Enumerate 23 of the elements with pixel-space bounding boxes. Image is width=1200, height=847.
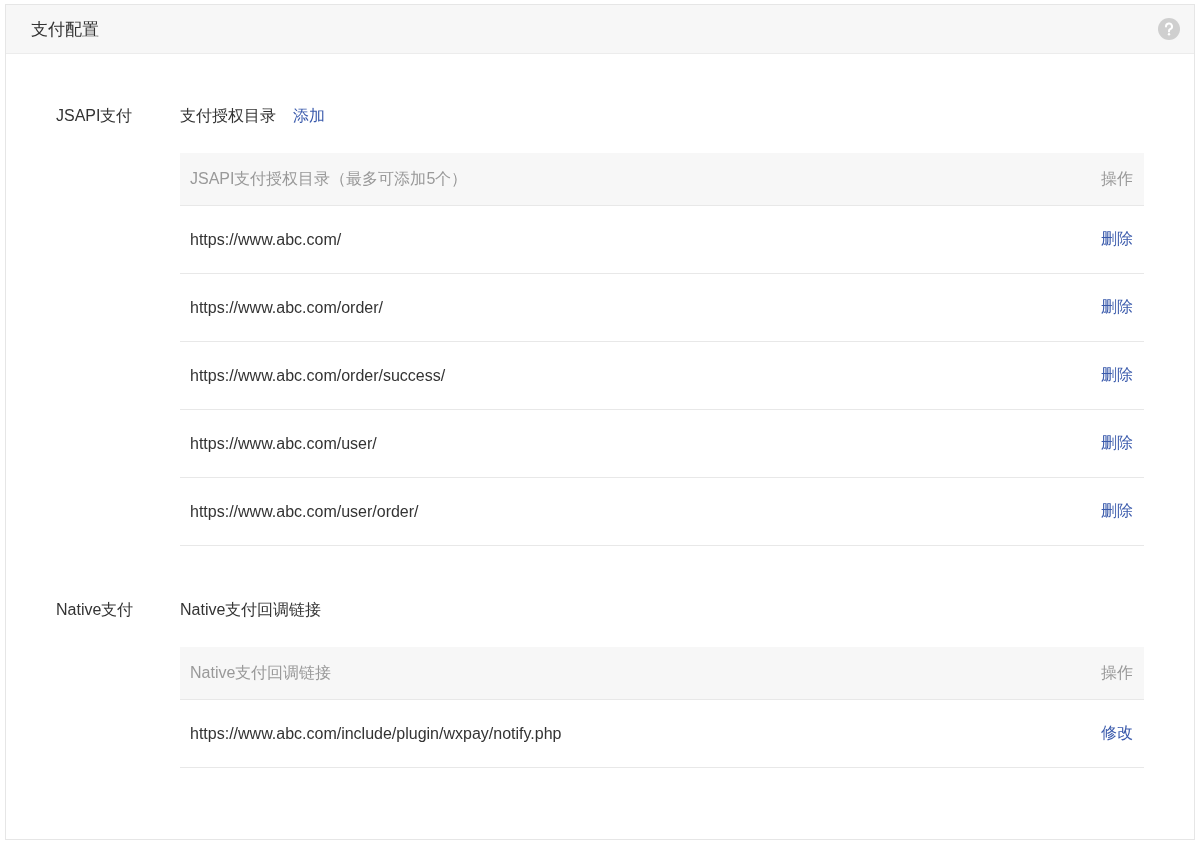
column-header: Native支付回调链接 xyxy=(190,662,332,683)
url-cell: https://www.abc.com/user/order/ xyxy=(190,502,419,521)
action-link[interactable]: 删除 xyxy=(1101,433,1133,454)
action-link[interactable]: 删除 xyxy=(1101,229,1133,250)
url-cell: https://www.abc.com/user/ xyxy=(190,434,377,453)
url-cell: https://www.abc.com/order/ xyxy=(190,298,383,317)
action-link[interactable]: 修改 xyxy=(1101,723,1133,744)
section-label: JSAPI支付 xyxy=(56,106,134,126)
url-cell: https://www.abc.com/order/success/ xyxy=(190,366,446,385)
action-link[interactable]: 删除 xyxy=(1101,501,1133,522)
action-link[interactable]: 删除 xyxy=(1101,365,1133,386)
column-header: 操作 xyxy=(1101,662,1133,683)
section-heading: 支付授权目录 xyxy=(180,105,276,126)
url-cell: https://www.abc.com/ xyxy=(190,230,342,249)
column-header: 操作 xyxy=(1101,168,1133,189)
action-link[interactable]: 删除 xyxy=(1101,297,1133,318)
column-header: JSAPI支付授权目录（最多可添加5个） xyxy=(190,168,468,189)
url-cell: https://www.abc.com/include/plugin/wxpay/notify.php xyxy=(190,724,562,743)
section-label: Native支付 xyxy=(56,600,135,620)
section-heading: Native支付回调链接 xyxy=(180,599,322,620)
add-link[interactable]: 添加 xyxy=(293,105,325,127)
help-icon[interactable] xyxy=(1158,18,1180,40)
panel-title: 支付配置 xyxy=(31,18,99,41)
